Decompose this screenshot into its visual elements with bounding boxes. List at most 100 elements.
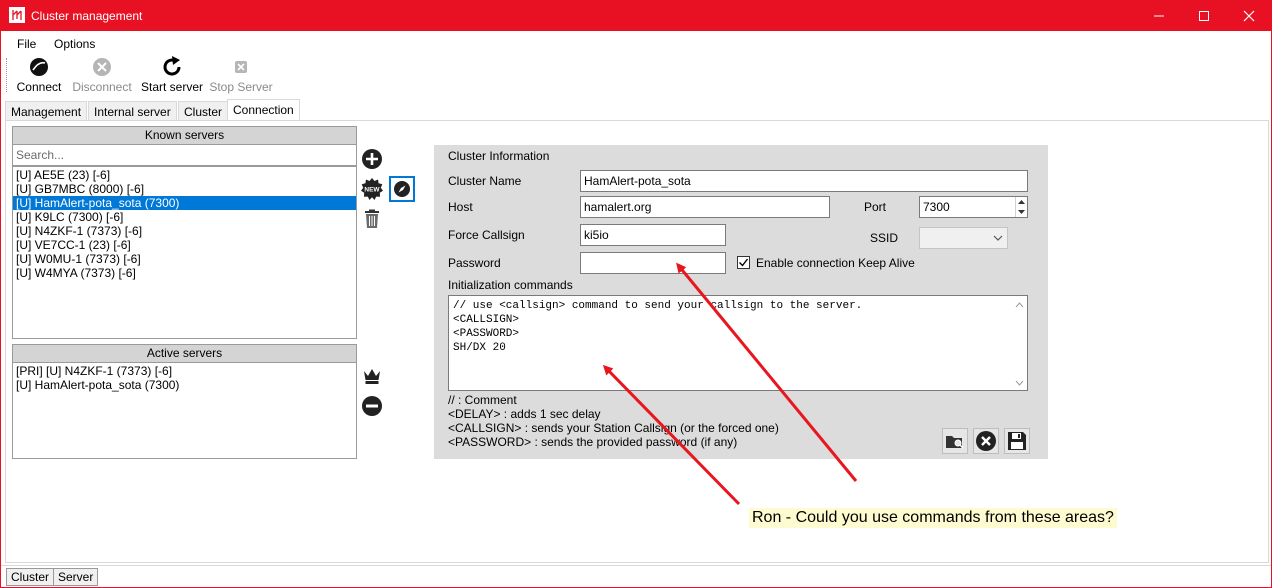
disconnect-button[interactable]: Disconnect [70, 56, 134, 96]
init-line: SH/DX 20 [453, 342, 506, 354]
open-file-button[interactable] [942, 428, 968, 454]
chevron-down-icon [993, 235, 1003, 241]
close-icon [1243, 10, 1255, 22]
cluster-management-window: Cluster management File Options Connect [0, 0, 1272, 588]
active-servers-header: Active servers [12, 344, 357, 363]
new-server-button[interactable]: NEW [359, 176, 385, 202]
minimize-button[interactable] [1136, 1, 1182, 31]
toolbar-grip [6, 58, 9, 92]
password-field[interactable] [580, 252, 726, 274]
spin-down-icon[interactable] [1016, 207, 1027, 217]
delete-server-button[interactable] [359, 206, 385, 232]
init-commands-textarea[interactable]: // use <callsign> command to send your c… [448, 295, 1028, 391]
maximize-button[interactable] [1181, 1, 1227, 31]
list-item-selected[interactable]: [U] HamAlert-pota_sota (7300) [13, 196, 356, 210]
list-item[interactable]: [U] HamAlert-pota_sota (7300) [13, 378, 356, 392]
start-server-label: Start server [141, 80, 204, 94]
list-item[interactable]: [U] W0MU-1 (7373) [-6] [13, 252, 356, 266]
disconnect-label: Disconnect [72, 80, 132, 94]
port-value: 7300 [923, 200, 950, 214]
start-server-button[interactable]: Start server [141, 56, 203, 96]
list-item[interactable]: [PRI] [U] N4ZKF-1 (7373) [-6] [13, 364, 356, 378]
help-line: <PASSWORD> : sends the provided password… [448, 435, 738, 449]
help-line: <CALLSIGN> : sends your Station Callsign… [448, 421, 779, 435]
crown-icon [364, 369, 380, 384]
plus-icon [362, 149, 382, 169]
folder-search-icon [946, 436, 964, 449]
search-input[interactable] [12, 144, 357, 166]
connect-icon [29, 56, 49, 78]
status-bar: Cluster Server [1, 565, 1271, 587]
scroll-down-icon[interactable] [1015, 380, 1024, 386]
stop-server-button[interactable]: Stop Server [209, 56, 273, 96]
keepalive-checkbox[interactable] [737, 256, 750, 269]
trash-icon [365, 209, 379, 228]
checkmark-icon [739, 258, 749, 267]
cluster-information-group: Cluster Information Cluster Name HamAler… [434, 145, 1048, 459]
active-servers-list[interactable]: [PRI] [U] N4ZKF-1 (7373) [-6] [U] HamAle… [12, 362, 357, 459]
list-item[interactable]: [U] AE5E (23) [-6] [13, 168, 356, 182]
svg-text:NEW: NEW [364, 187, 380, 194]
password-label: Password [448, 256, 501, 270]
force-callsign-field[interactable]: ki5io [580, 224, 726, 246]
init-line: <PASSWORD> [453, 328, 520, 340]
tab-connection[interactable]: Connection [227, 99, 300, 121]
set-primary-button[interactable] [359, 363, 385, 389]
minimize-icon [1154, 15, 1164, 17]
host-field[interactable]: hamalert.org [580, 196, 830, 218]
title-bar: Cluster management [1, 1, 1271, 31]
help-line: <DELAY> : adds 1 sec delay [448, 407, 601, 421]
menu-options[interactable]: Options [54, 37, 95, 51]
remove-active-button[interactable] [359, 393, 385, 419]
annotation-text: Ron - Could you use commands from these … [749, 508, 1117, 528]
ssid-select[interactable] [919, 227, 1008, 249]
init-line: // use <callsign> command to send your c… [453, 300, 863, 312]
group-title: Cluster Information [448, 149, 550, 163]
new-badge-icon: NEW [361, 178, 383, 200]
list-item[interactable]: [U] N4ZKF-1 (7373) [-6] [13, 224, 356, 238]
status-tab-server[interactable]: Server [53, 568, 99, 586]
help-line: // : Comment [448, 393, 517, 407]
known-servers-list[interactable]: [U] AE5E (23) [-6] [U] GB7MBC (8000) [-6… [12, 166, 357, 339]
compass-icon [394, 181, 410, 197]
port-spin[interactable] [1015, 197, 1027, 217]
init-line: <CALLSIGN> [453, 314, 520, 326]
menu-file[interactable]: File [17, 37, 36, 51]
window-title: Cluster management [31, 9, 143, 23]
tab-management[interactable]: Management [5, 101, 88, 121]
menu-bar: File Options [1, 32, 1271, 54]
port-stepper[interactable]: 7300 [919, 196, 1028, 218]
cancel-icon [976, 431, 996, 451]
close-button[interactable] [1226, 1, 1272, 31]
connect-label: Connect [16, 80, 62, 94]
keepalive-label: Enable connection Keep Alive [756, 256, 915, 270]
list-item[interactable]: [U] K9LC (7300) [-6] [13, 210, 356, 224]
ssid-label: SSID [870, 231, 899, 245]
init-help: // : Comment <DELAY> : adds 1 sec delay … [448, 393, 779, 449]
connect-button[interactable]: Connect [15, 56, 63, 96]
cluster-name-label: Cluster Name [448, 174, 522, 188]
add-server-button[interactable] [359, 146, 385, 172]
list-item[interactable]: [U] VE7CC-1 (23) [-6] [13, 238, 356, 252]
port-label: Port [864, 200, 887, 214]
stop-server-label: Stop Server [209, 80, 273, 94]
list-item[interactable]: [U] W4MYA (7373) [-6] [13, 266, 356, 280]
edit-server-button[interactable] [389, 176, 415, 202]
refresh-icon [161, 56, 183, 78]
tab-cluster[interactable]: Cluster [178, 101, 229, 121]
floppy-disk-icon [1008, 432, 1026, 450]
app-icon [9, 7, 25, 23]
cluster-name-field[interactable]: HamAlert-pota_sota [580, 170, 1028, 192]
toolbar: Connect Disconnect Start server Stop Ser… [1, 54, 1271, 96]
spin-up-icon[interactable] [1016, 197, 1027, 207]
disconnect-icon [92, 56, 112, 78]
status-tab-cluster[interactable]: Cluster [6, 568, 55, 586]
maximize-icon [1199, 11, 1209, 21]
host-label: Host [448, 200, 473, 214]
cancel-button[interactable] [973, 428, 999, 454]
save-button[interactable] [1004, 428, 1030, 454]
init-commands-label: Initialization commands [448, 278, 573, 292]
scroll-up-icon[interactable] [1015, 302, 1024, 308]
tab-internal-server[interactable]: Internal server [88, 101, 177, 121]
list-item[interactable]: [U] GB7MBC (8000) [-6] [13, 182, 356, 196]
